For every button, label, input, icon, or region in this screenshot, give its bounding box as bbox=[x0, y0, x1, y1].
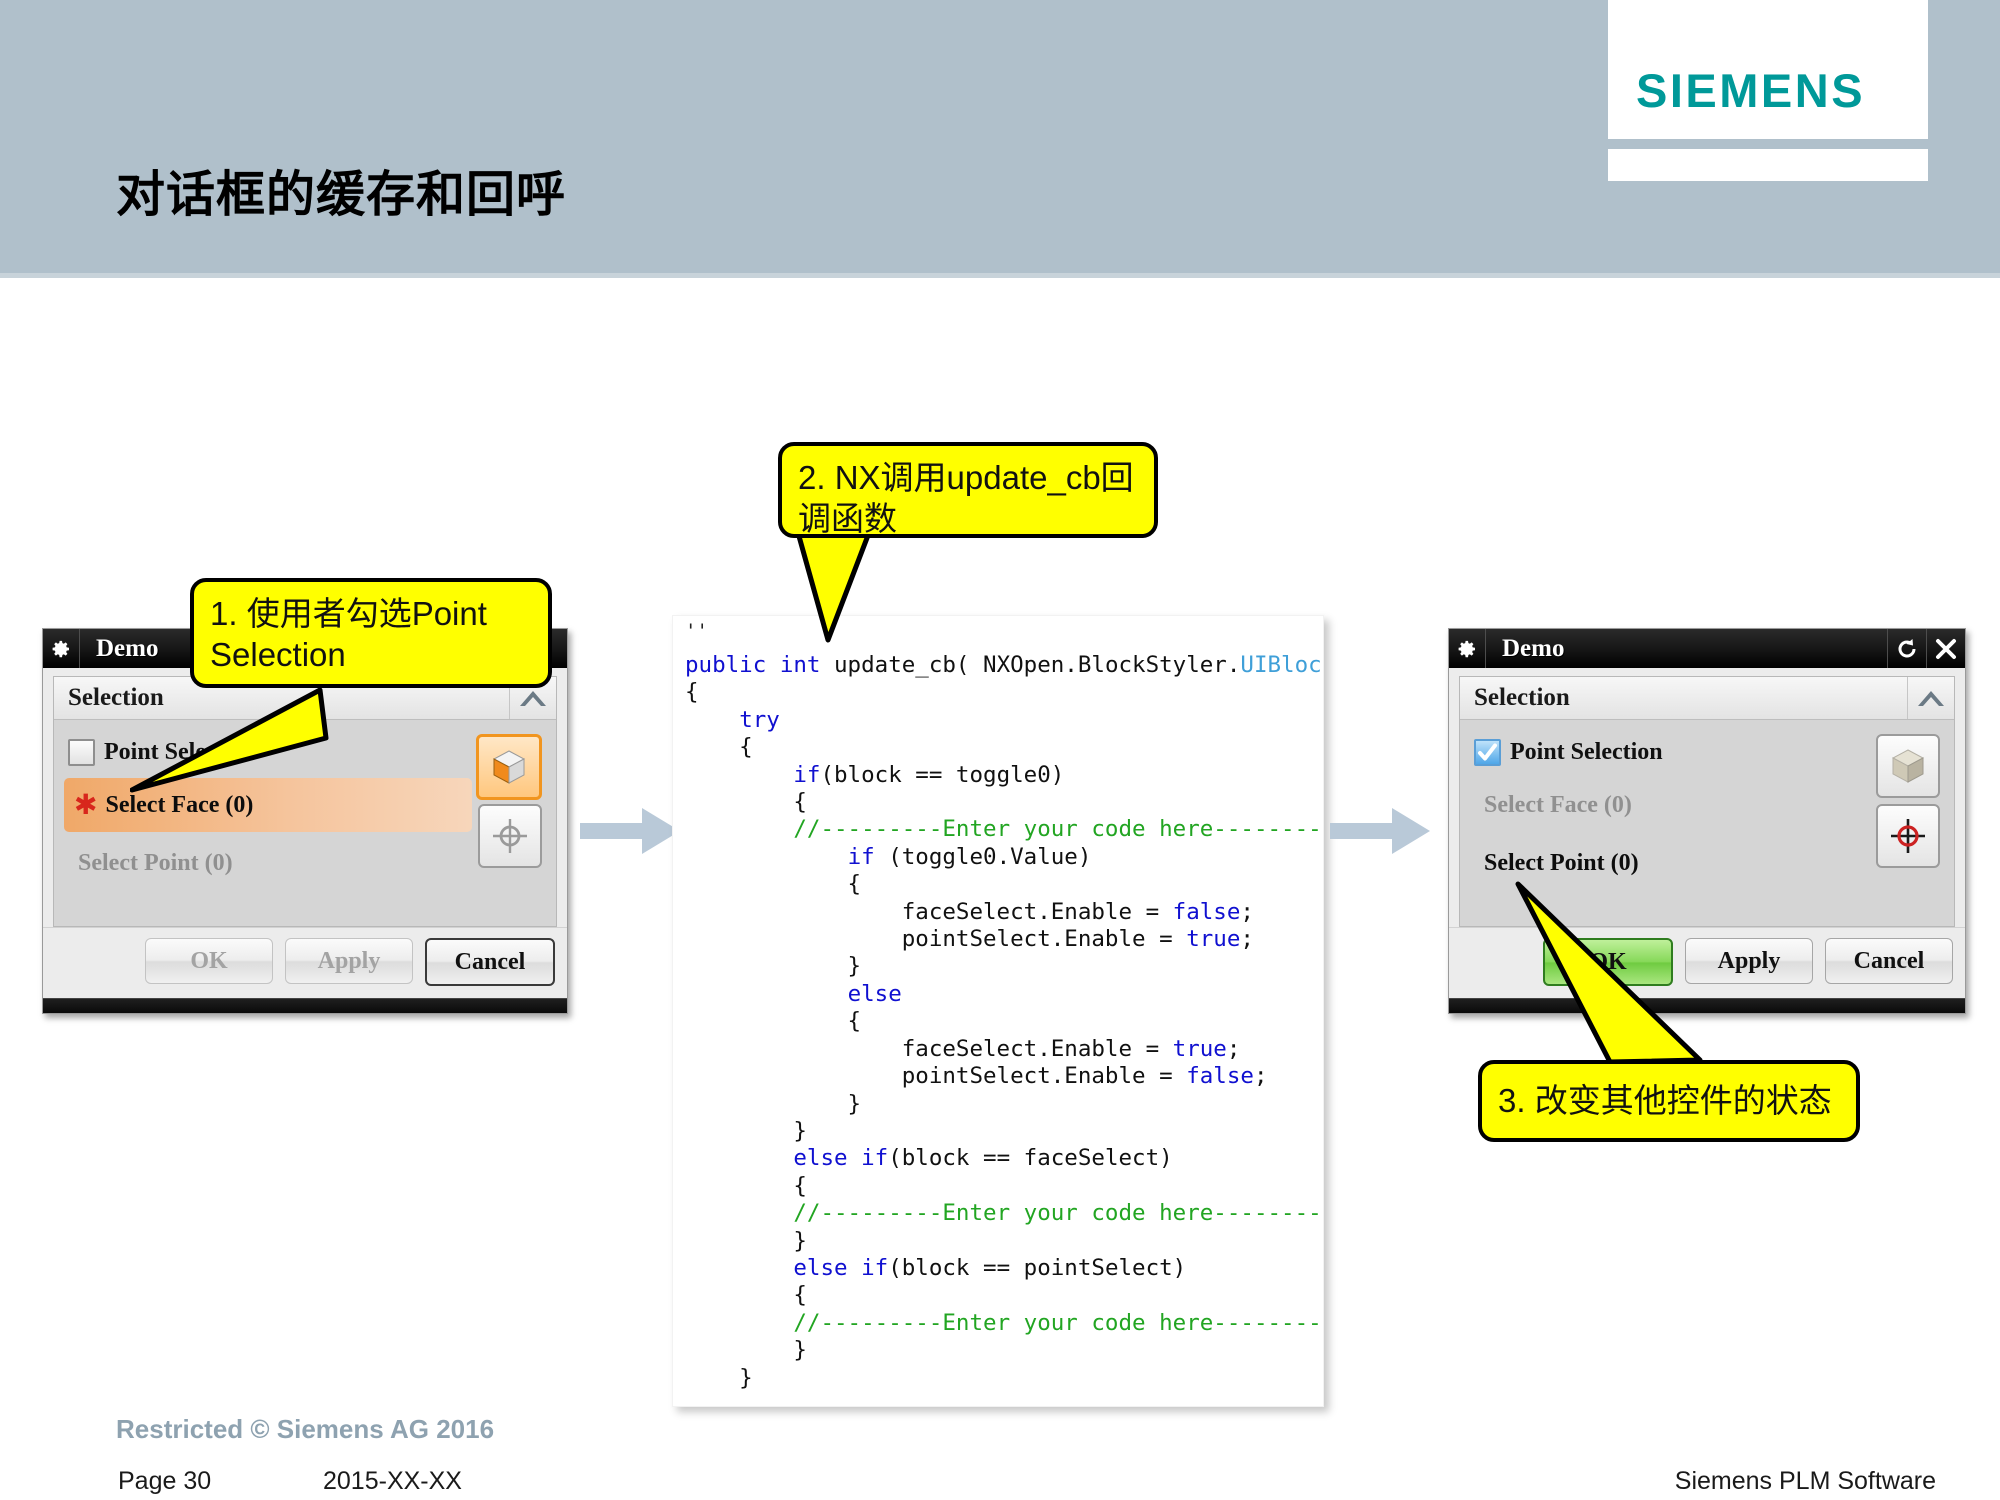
page-title: 对话框的缓存和回呼 bbox=[116, 168, 567, 222]
footer-restricted: Restricted © Siemens AG 2016 bbox=[116, 1414, 495, 1444]
dialog-footer: OK Apply Cancel bbox=[43, 927, 567, 998]
code-content: public int update_cb( NXOpen.BlockStyler… bbox=[685, 652, 1324, 1391]
dialog-baseline bbox=[43, 998, 567, 1013]
select-point-label: Select Point (0) bbox=[78, 849, 233, 876]
callout-1: 1. 使用者勾选Point Selection bbox=[190, 578, 552, 688]
flow-arrow-2 bbox=[1330, 800, 1435, 862]
code-panel[interactable]: '' public int update_cb( NXOpen.BlockSty… bbox=[672, 615, 1324, 1407]
chevron-up-icon[interactable] bbox=[1907, 677, 1954, 719]
select-point-label: Select Point (0) bbox=[1484, 849, 1639, 876]
header-underline bbox=[0, 273, 2000, 278]
callout-1-tail bbox=[130, 686, 330, 796]
point-target-icon[interactable] bbox=[1876, 804, 1940, 868]
dialog-titlebar: Demo bbox=[1449, 629, 1965, 668]
flow-arrow-1 bbox=[580, 800, 685, 862]
callout-1-text: 1. 使用者勾选Point Selection bbox=[210, 595, 497, 673]
callout-3-text: 3. 改变其他控件的状态 bbox=[1498, 1082, 1832, 1119]
callout-3: 3. 改变其他控件的状态 bbox=[1478, 1060, 1860, 1142]
selection-group-header[interactable]: Selection bbox=[1460, 677, 1954, 720]
cancel-button[interactable]: Cancel bbox=[425, 938, 555, 986]
titlebar-buttons bbox=[1887, 629, 1965, 668]
apply-button: Apply bbox=[285, 938, 413, 984]
callout-2: 2. NX调用update_cb回调函数 bbox=[778, 442, 1158, 538]
footer-page-number: Page 30 bbox=[118, 1467, 212, 1495]
siemens-logo-text: SIEMENS bbox=[1636, 64, 1866, 117]
footer-date: 2015-XX-XX bbox=[323, 1467, 462, 1495]
point-target-icon bbox=[478, 804, 542, 868]
ok-button: OK bbox=[145, 938, 273, 984]
point-selection-checkbox[interactable] bbox=[68, 738, 95, 766]
dialog-title: Demo bbox=[1502, 634, 1565, 662]
point-selection-checkbox[interactable] bbox=[1474, 738, 1501, 766]
close-icon[interactable] bbox=[1926, 629, 1965, 668]
siemens-logo-underbox bbox=[1608, 149, 1928, 181]
point-selection-label: Point Selection bbox=[1510, 738, 1663, 765]
select-face-label: Select Face (0) bbox=[1484, 791, 1632, 818]
gear-icon bbox=[43, 629, 80, 668]
slide-canvas: 对话框的缓存和回呼 SIEMENS Demo Selection Point S… bbox=[0, 0, 2000, 1500]
face-cube-icon bbox=[1876, 734, 1940, 798]
callout-2-text: 2. NX调用update_cb回调函数 bbox=[798, 459, 1134, 537]
cancel-button[interactable]: Cancel bbox=[1825, 938, 1953, 984]
callout-3-tail bbox=[1500, 880, 1720, 1090]
face-cube-icon[interactable] bbox=[476, 734, 542, 800]
dialog-title: Demo bbox=[96, 634, 159, 662]
reset-icon[interactable] bbox=[1887, 629, 1926, 668]
footer-brand: Siemens PLM Software bbox=[1674, 1467, 1936, 1495]
required-asterisk-icon: ✱ bbox=[74, 788, 98, 821]
gear-icon bbox=[1449, 629, 1486, 668]
group-title: Selection bbox=[1474, 684, 1570, 711]
